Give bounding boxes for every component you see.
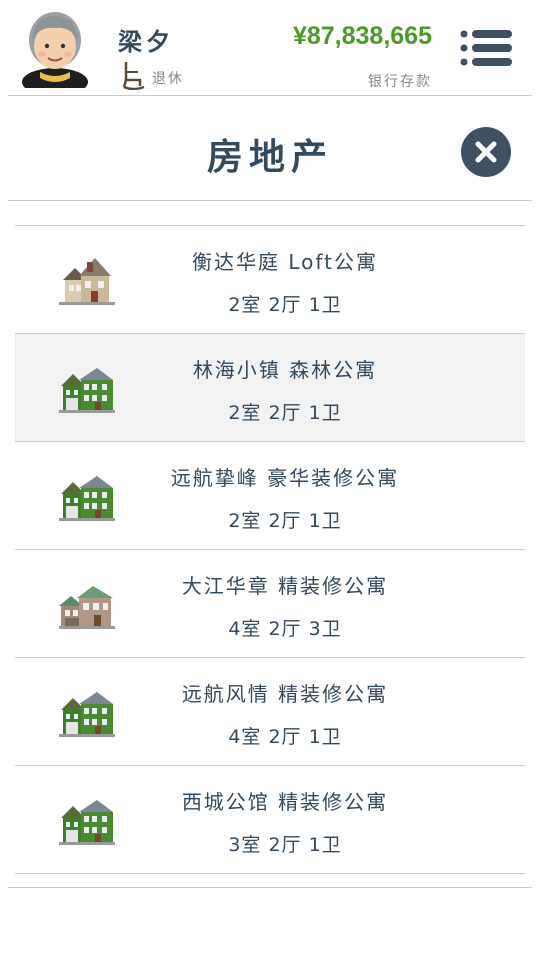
property-name: 大江华章 精装修公寓 — [181, 574, 389, 598]
property-list-item[interactable]: 林海小镇 森林公寓 2室 2厅 1卫 — [15, 334, 525, 442]
property-name: 衡达华庭 Loft公寓 — [192, 250, 378, 274]
property-name: 林海小镇 森林公寓 — [192, 358, 378, 382]
property-list-item[interactable]: 大江华章 精装修公寓 4室 2厅 3卫 — [15, 550, 525, 658]
property-layout: 4室 2厅 3卫 — [228, 618, 342, 640]
brown-house-icon — [57, 578, 115, 630]
property-list: 衡达华庭 Loft公寓 2室 2厅 1卫 林海小镇 森林公寓 2室 2厅 1卫 远航挚峰… — [15, 226, 525, 874]
green-house-icon — [57, 794, 115, 846]
property-name: 远航挚峰 豪华装修公寓 — [170, 466, 400, 490]
elderly-woman-avatar — [22, 12, 88, 88]
green-house-icon — [57, 686, 115, 738]
close-icon — [475, 141, 497, 163]
green-house-icon — [57, 362, 115, 414]
menu-button[interactable] — [460, 28, 512, 68]
rocking-chair-icon — [122, 62, 145, 90]
property-list-item[interactable]: 衡达华庭 Loft公寓 2室 2厅 1卫 — [15, 226, 525, 334]
property-layout: 2室 2厅 1卫 — [228, 402, 342, 424]
property-name: 西城公馆 精装修公寓 — [181, 790, 389, 814]
green-house-icon — [57, 470, 115, 522]
property-layout: 3室 2厅 1卫 — [228, 834, 342, 856]
money-balance: ¥87,838,665 — [292, 22, 432, 50]
property-layout: 2室 2厅 1卫 — [228, 510, 342, 532]
top-status-bar: 梁夕 退休 ¥87,838,665 银行存款 — [0, 0, 540, 96]
player-name: 梁夕 — [118, 28, 174, 56]
footer-divider — [8, 887, 532, 888]
property-list-item[interactable]: 西城公馆 精装修公寓 3室 2厅 1卫 — [15, 766, 525, 874]
close-button[interactable] — [461, 127, 511, 177]
status-label: 退休 — [152, 71, 184, 87]
property-list-item[interactable]: 远航挚峰 豪华装修公寓 2室 2厅 1卫 — [15, 442, 525, 550]
property-name: 远航风情 精装修公寓 — [181, 682, 389, 706]
property-layout: 4室 2厅 1卫 — [228, 726, 342, 748]
property-layout: 2室 2厅 1卫 — [228, 294, 342, 316]
partially-hidden-list-item — [15, 201, 525, 225]
life-status: 退休 — [120, 60, 184, 90]
page-title-bar: 房地产 — [0, 96, 540, 202]
tan-house-icon — [57, 254, 115, 306]
property-list-item[interactable]: 远航风情 精装修公寓 4室 2厅 1卫 — [15, 658, 525, 766]
page-title: 房地产 — [206, 137, 333, 178]
money-label: 银行存款 — [368, 74, 432, 90]
property-list-viewport[interactable]: 衡达华庭 Loft公寓 2室 2厅 1卫 林海小镇 森林公寓 2室 2厅 1卫 远航挚峰… — [0, 201, 540, 887]
